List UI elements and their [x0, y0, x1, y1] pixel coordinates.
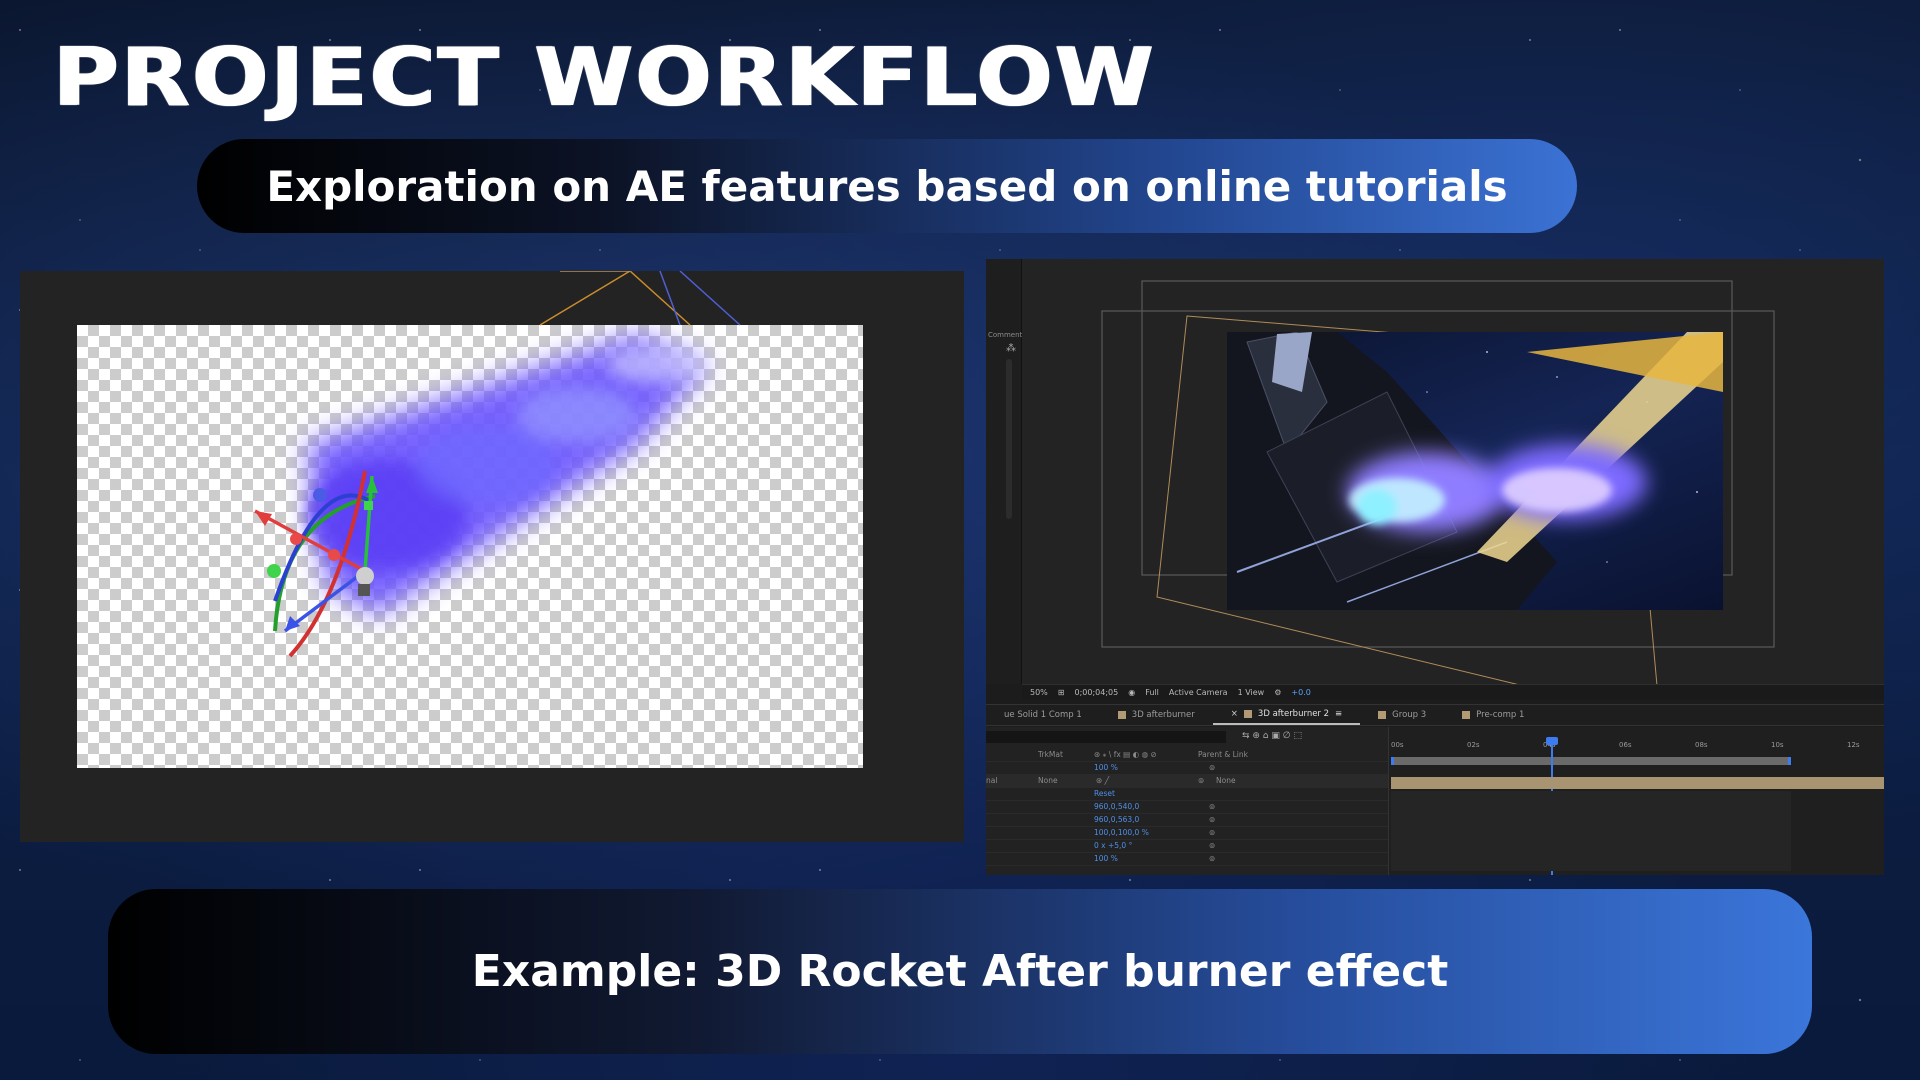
subtitle-text: Exploration on AE features based on onli…: [266, 161, 1508, 211]
viewer-toolbar: 50% ⊞ 0;00;04;05 ◉ Full Active Camera 1 …: [1022, 684, 1884, 700]
tab-pre-comp-1[interactable]: Pre-comp 1: [1444, 705, 1542, 725]
tab-3d-afterburner[interactable]: 3D afterburner: [1100, 705, 1213, 725]
close-icon: ×: [1230, 709, 1238, 719]
caption-text: Example: 3D Rocket After burner effect: [471, 946, 1449, 997]
layer-row-scale[interactable]: 100,0,100,0 % ⊚: [986, 827, 1388, 840]
caption-banner: Example: 3D Rocket After burner effect: [108, 889, 1812, 1054]
exposure-value[interactable]: +0.0: [1291, 688, 1310, 697]
camera-wireframe: [539, 271, 691, 326]
grid-icon[interactable]: ⊞: [1058, 688, 1065, 697]
resolution-dropdown[interactable]: Full: [1145, 688, 1159, 697]
timeline-panel[interactable]: 00s 02s 04s 06s 08s 10s 12s: [1388, 727, 1884, 875]
project-sidebar: Comment ⁂: [986, 259, 1022, 684]
timecode-display[interactable]: 0;00;04;05: [1074, 688, 1118, 697]
playhead-handle[interactable]: [1546, 737, 1558, 745]
gear-icon[interactable]: ⚙: [1274, 688, 1281, 697]
rocket-render: [1227, 332, 1723, 610]
rotation-gizmo[interactable]: [254, 470, 378, 658]
after-effects-window: Comment ⁂ 50% ⊞ 0;00;04;05 ◉ Full Active…: [986, 259, 1884, 875]
layer-row-main[interactable]: nal None ⊛ ╱ ⊚ None: [986, 775, 1388, 788]
layer-row-opacity[interactable]: 100 % ⊚: [986, 853, 1388, 866]
layer-row-rotation[interactable]: 0 x +5,0 ° ⊚: [986, 840, 1388, 853]
render-preview: [1227, 332, 1723, 610]
slide-title: PROJECT WORKFLOW: [52, 31, 1155, 124]
layer-duration-bar[interactable]: [1391, 777, 1884, 789]
layer-panel: ⇆ ⊕ ⌂ ▣ ∅ ⬚ TrkMat ⊛ ⁎ \ fx ▤ ◐ ◍ ⊘ Pare…: [986, 727, 1388, 875]
layer-row-position[interactable]: 960,0,563,0 ⊚: [986, 814, 1388, 827]
layer-row-anchor-point[interactable]: 960,0,540,0 ⊚: [986, 801, 1388, 814]
layer-row-opacity-top[interactable]: 100 % ⊚: [986, 762, 1388, 775]
layer-row-reset[interactable]: Reset: [986, 788, 1388, 801]
subtitle-banner: Exploration on AE features based on onli…: [197, 139, 1577, 233]
magnification-dropdown[interactable]: 50%: [1030, 688, 1048, 697]
layer-search-input[interactable]: [986, 731, 1226, 743]
camera-snapshot-icon[interactable]: ◉: [1128, 688, 1135, 697]
view-camera-dropdown[interactable]: Active Camera: [1169, 688, 1228, 697]
work-area-bar[interactable]: [1391, 757, 1791, 765]
column-header-row: TrkMat ⊛ ⁎ \ fx ▤ ◐ ◍ ⊘ Parent & Link: [986, 749, 1388, 762]
sidebar-scrollbar[interactable]: [1006, 359, 1012, 519]
comment-column-label: Comment: [988, 331, 1023, 339]
keyframe-lanes: [1391, 791, 1791, 871]
composition-viewer[interactable]: [1022, 259, 1884, 684]
tab-group-3[interactable]: Group 3: [1360, 705, 1444, 725]
tab-3d-afterburner-2[interactable]: × 3D afterburner 2 ≡: [1212, 705, 1361, 725]
composition-tabs: ue Solid 1 Comp 1 3D afterburner × 3D aft…: [986, 704, 1884, 726]
menu-icon: ≡: [1335, 709, 1343, 719]
view-layout-dropdown[interactable]: 1 View: [1238, 688, 1265, 697]
3d-gizmo-overlay: [254, 271, 741, 658]
hierarchy-icon[interactable]: ⁂: [1006, 343, 1016, 354]
particle-preview-panel: [20, 271, 964, 842]
tab-ue-solid-comp[interactable]: ue Solid 1 Comp 1: [986, 705, 1100, 725]
layer-switch-icons[interactable]: ⇆ ⊕ ⌂ ▣ ∅ ⬚: [1242, 731, 1302, 741]
